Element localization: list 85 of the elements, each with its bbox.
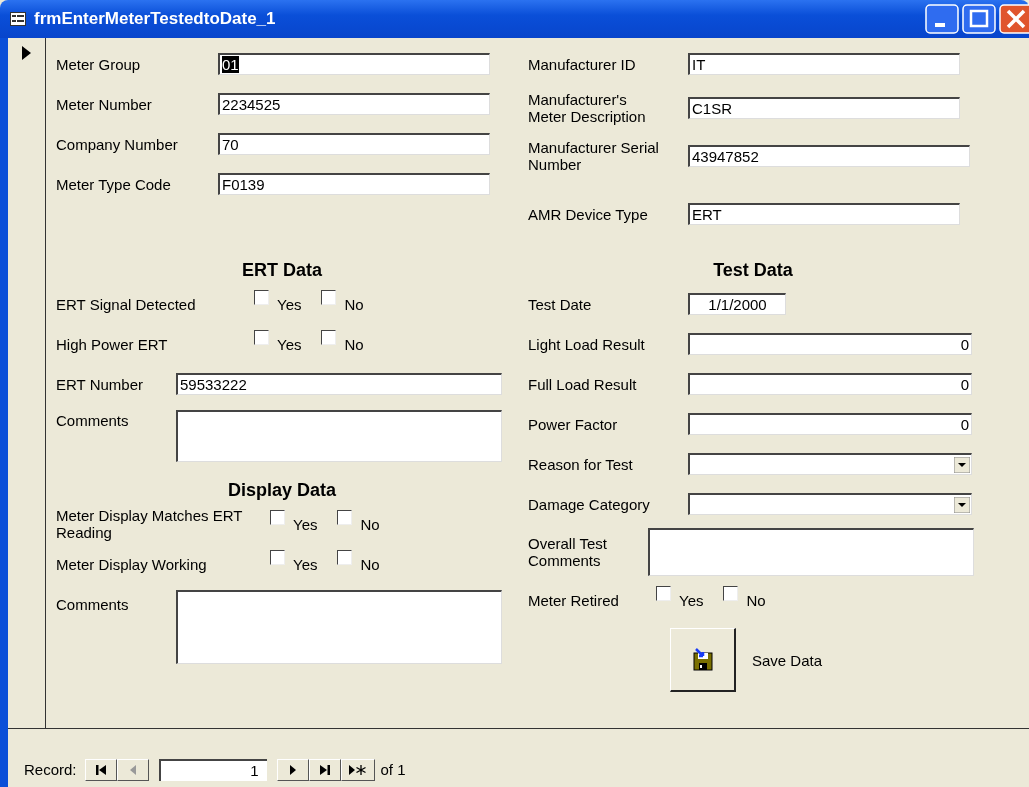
input-field[interactable]: 01 bbox=[218, 53, 490, 75]
comments-box[interactable] bbox=[648, 528, 974, 576]
field-label: Meter Type Code bbox=[56, 175, 172, 193]
field-label: Meter Display Matches ERT Reading bbox=[56, 507, 244, 541]
checkbox[interactable] bbox=[270, 509, 285, 525]
input-field[interactable]: C1SR bbox=[688, 97, 960, 119]
field-label: Meter Group bbox=[56, 55, 142, 73]
field-label: Full Load Result bbox=[528, 375, 638, 393]
checkbox[interactable] bbox=[337, 509, 353, 525]
option-label: Yes bbox=[293, 555, 318, 573]
input-field[interactable]: 0 bbox=[688, 413, 972, 435]
input-field[interactable]: IT bbox=[688, 53, 960, 75]
window-title: frmEnterMeterTestedtoDate_1 bbox=[34, 9, 276, 29]
field-label: AMR Device Type bbox=[528, 205, 649, 223]
field-label: Manufacturer ID bbox=[528, 55, 637, 73]
checkbox[interactable] bbox=[337, 549, 353, 565]
option-label: No bbox=[344, 295, 364, 313]
checkbox[interactable] bbox=[321, 289, 337, 305]
comments-box[interactable] bbox=[176, 590, 502, 664]
option-label: No bbox=[360, 515, 380, 533]
field-label: ERT Number bbox=[56, 375, 144, 393]
field-label: Company Number bbox=[56, 135, 179, 153]
maximize-button[interactable] bbox=[962, 4, 996, 34]
field-label: Manufacturer's Meter Description bbox=[528, 91, 647, 125]
input-field[interactable]: ERT bbox=[688, 203, 960, 225]
first-record-icon bbox=[93, 764, 108, 776]
form-icon bbox=[10, 12, 26, 26]
input-field[interactable]: 0 bbox=[688, 333, 972, 355]
field-label: Manufacturer Serial Number bbox=[528, 139, 660, 173]
dropdown-arrow-icon bbox=[954, 456, 970, 473]
input-field[interactable]: 59533222 bbox=[176, 373, 502, 395]
last-record-icon bbox=[317, 764, 332, 776]
field-label: High Power ERT bbox=[56, 335, 169, 353]
option-label: Yes bbox=[293, 515, 318, 533]
field-label: Overall Test Comments bbox=[528, 535, 608, 569]
comments-box[interactable] bbox=[176, 410, 502, 462]
field-label: Light Load Result bbox=[528, 335, 646, 353]
input-field[interactable]: 70 bbox=[218, 133, 490, 155]
field-label: Meter Retired bbox=[528, 591, 620, 609]
checkbox[interactable] bbox=[254, 289, 269, 305]
checkbox[interactable] bbox=[321, 329, 337, 345]
checkbox[interactable] bbox=[254, 329, 269, 345]
option-label: No bbox=[360, 555, 380, 573]
checkbox[interactable] bbox=[270, 549, 285, 565]
field-label: Damage Category bbox=[528, 495, 651, 513]
new-record-button[interactable] bbox=[340, 759, 375, 781]
record-pointer-icon bbox=[22, 46, 31, 60]
first-record-button[interactable] bbox=[84, 759, 117, 781]
last-record-button[interactable] bbox=[308, 759, 341, 781]
input-field[interactable]: F0139 bbox=[218, 173, 490, 195]
checkbox[interactable] bbox=[656, 585, 671, 601]
section-heading: Test Data bbox=[712, 260, 794, 282]
field-label: ERT Signal Detected bbox=[56, 295, 197, 313]
dropdown-arrow-icon bbox=[954, 496, 970, 513]
field-label: Comments bbox=[56, 595, 130, 613]
next-record-button[interactable] bbox=[276, 759, 309, 781]
input-field[interactable]: 0 bbox=[688, 373, 972, 395]
dropdown[interactable] bbox=[688, 453, 972, 475]
input-field[interactable]: 1/1/2000 bbox=[688, 293, 786, 315]
record-number-field[interactable]: 1 bbox=[158, 759, 267, 781]
option-label: No bbox=[746, 591, 766, 609]
section-heading: Display Data bbox=[226, 480, 337, 502]
field-label: Test Date bbox=[528, 295, 593, 313]
dropdown[interactable] bbox=[688, 493, 972, 515]
new-record-icon bbox=[347, 764, 368, 776]
save-button[interactable] bbox=[670, 628, 736, 692]
option-label: Yes bbox=[277, 295, 302, 313]
record-label: Record: bbox=[24, 760, 77, 780]
input-field[interactable]: 43947852 bbox=[688, 145, 970, 167]
floppy-disk-icon bbox=[690, 647, 715, 672]
input-field[interactable]: 2234525 bbox=[218, 93, 490, 115]
record-count: of 1 bbox=[380, 760, 406, 780]
option-label: Yes bbox=[277, 335, 302, 353]
option-label: Yes bbox=[679, 591, 704, 609]
minimize-button[interactable] bbox=[925, 4, 959, 34]
close-button[interactable] bbox=[999, 4, 1029, 34]
field-label: Meter Number bbox=[56, 95, 153, 113]
section-heading: ERT Data bbox=[241, 260, 323, 282]
field-label: Meter Display Working bbox=[56, 555, 208, 573]
field-label: Power Factor bbox=[528, 415, 619, 433]
field-label: Reason for Test bbox=[528, 455, 634, 473]
checkbox[interactable] bbox=[723, 585, 739, 601]
save-data-label: Save Data bbox=[752, 651, 823, 669]
option-label: No bbox=[344, 335, 364, 353]
field-label: Comments bbox=[56, 411, 130, 429]
